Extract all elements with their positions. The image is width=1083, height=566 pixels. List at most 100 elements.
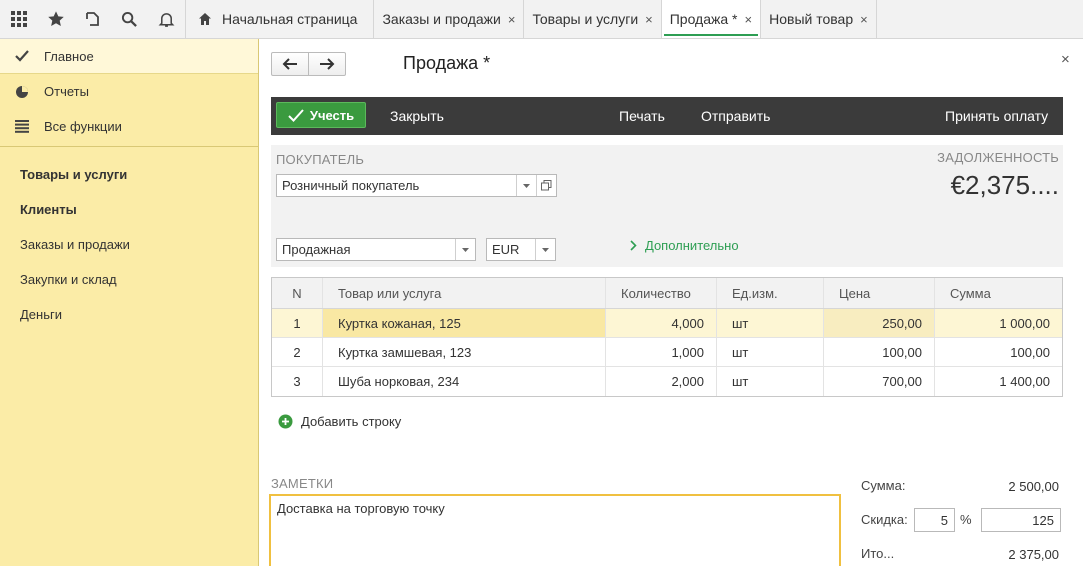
apps-grid-icon[interactable] bbox=[0, 0, 37, 38]
tab-new-product[interactable]: Новый товар × bbox=[760, 0, 876, 38]
sidebar: Главное Отчеты Все функции Товары и услу… bbox=[0, 39, 259, 566]
percent-sign: % bbox=[960, 512, 972, 527]
total-value: 2 375,00 bbox=[1008, 547, 1059, 562]
cell-qty[interactable]: 2,000 bbox=[606, 367, 717, 396]
sidebar-sections: Товары и услуги Клиенты Заказы и продажи… bbox=[0, 147, 258, 332]
tab-home[interactable]: Начальная страница bbox=[185, 0, 373, 38]
plus-circle-icon bbox=[278, 414, 293, 429]
arrow-left-icon bbox=[282, 58, 297, 70]
table-row[interactable]: 3 Шуба норковая, 234 2,000 шт 700,00 1 4… bbox=[272, 367, 1062, 396]
sum-label: Сумма: bbox=[861, 478, 906, 493]
notes-textarea[interactable]: Доставка на торговую точку bbox=[269, 494, 841, 566]
chevron-down-icon[interactable] bbox=[535, 239, 555, 260]
list-icon bbox=[14, 119, 30, 135]
search-icon[interactable] bbox=[111, 0, 148, 38]
currency-field[interactable]: EUR bbox=[486, 238, 556, 261]
discount-percent-input[interactable]: 5 bbox=[914, 508, 955, 532]
column-header-sum[interactable]: Сумма bbox=[935, 278, 1062, 308]
column-header-price[interactable]: Цена bbox=[824, 278, 935, 308]
pie-chart-icon bbox=[14, 84, 30, 100]
table-row[interactable]: 1 Куртка кожаная, 125 4,000 шт 250,00 1 … bbox=[272, 309, 1062, 338]
cell-item[interactable]: Шуба норковая, 234 bbox=[323, 367, 606, 396]
sidebar-item-main[interactable]: Главное bbox=[0, 39, 258, 74]
buyer-label: ПОКУПАТЕЛЬ bbox=[276, 152, 365, 167]
tab-label: Продажа * bbox=[669, 11, 738, 27]
tab-label: Товары и услуги bbox=[532, 11, 639, 27]
sidebar-section-goods-services[interactable]: Товары и услуги bbox=[0, 157, 258, 192]
sidebar-section-money[interactable]: Деньги bbox=[0, 297, 258, 332]
column-header-unit[interactable]: Ед.изм. bbox=[717, 278, 824, 308]
close-tab-icon[interactable]: × bbox=[645, 12, 653, 27]
more-link[interactable]: Дополнительно bbox=[630, 238, 739, 253]
cell-n: 2 bbox=[272, 338, 323, 366]
star-icon[interactable] bbox=[37, 0, 74, 38]
notes-label: ЗАМЕТКИ bbox=[271, 476, 334, 491]
sidebar-section-orders-sales[interactable]: Заказы и продажи bbox=[0, 227, 258, 262]
cell-item[interactable]: Куртка кожаная, 125 bbox=[323, 309, 606, 337]
cell-qty[interactable]: 4,000 bbox=[606, 309, 717, 337]
close-tab-icon[interactable]: × bbox=[508, 12, 516, 27]
chevron-down-icon[interactable] bbox=[455, 239, 475, 260]
close-tab-icon[interactable]: × bbox=[860, 12, 868, 27]
accept-payment-button[interactable]: Принять оплату bbox=[945, 97, 1048, 135]
buyer-field[interactable]: Розничный покупатель bbox=[276, 174, 557, 197]
cell-price[interactable]: 700,00 bbox=[824, 367, 935, 396]
currency-value: EUR bbox=[492, 242, 520, 257]
price-type-field[interactable]: Продажная bbox=[276, 238, 476, 261]
column-header-qty[interactable]: Количество bbox=[606, 278, 717, 308]
bell-icon[interactable] bbox=[148, 0, 185, 38]
home-icon bbox=[198, 12, 212, 26]
open-icon[interactable] bbox=[536, 175, 556, 196]
tab-label: Заказы и продажи bbox=[382, 11, 501, 27]
table-row[interactable]: 2 Куртка замшевая, 123 1,000 шт 100,00 1… bbox=[272, 338, 1062, 367]
goods-table: N Товар или услуга Количество Ед.изм. Це… bbox=[271, 277, 1063, 397]
close-button[interactable]: Закрыть bbox=[390, 97, 444, 135]
sidebar-item-label: Главное bbox=[44, 48, 94, 64]
cell-unit[interactable]: шт bbox=[717, 367, 824, 396]
tab-sale[interactable]: Продажа * × bbox=[660, 0, 761, 38]
document-header: ПОКУПАТЕЛЬ ЗАДОЛЖЕННОСТЬ €2,375.... Розн… bbox=[271, 145, 1063, 267]
cell-sum[interactable]: 1 400,00 bbox=[935, 367, 1062, 396]
column-header-item[interactable]: Товар или услуга bbox=[323, 278, 606, 308]
sum-value: 2 500,00 bbox=[1008, 479, 1059, 494]
cell-sum[interactable]: 100,00 bbox=[935, 338, 1062, 366]
history-icon[interactable] bbox=[74, 0, 111, 38]
column-header-n[interactable]: N bbox=[272, 278, 323, 308]
arrow-right-icon bbox=[320, 58, 335, 70]
buyer-value: Розничный покупатель bbox=[282, 178, 420, 193]
cell-price[interactable]: 100,00 bbox=[824, 338, 935, 366]
cell-n: 1 bbox=[272, 309, 323, 337]
add-row-button[interactable]: Добавить строку bbox=[278, 414, 401, 429]
top-bar: Начальная страница Заказы и продажи × То… bbox=[0, 0, 1083, 39]
back-button[interactable] bbox=[272, 53, 308, 75]
debt-value: €2,375.... bbox=[950, 170, 1059, 200]
sidebar-item-reports[interactable]: Отчеты bbox=[0, 74, 258, 109]
sidebar-section-purchases-warehouse[interactable]: Закупки и склад bbox=[0, 262, 258, 297]
cell-item[interactable]: Куртка замшевая, 123 bbox=[323, 338, 606, 366]
cell-sum[interactable]: 1 000,00 bbox=[935, 309, 1062, 337]
price-type-value: Продажная bbox=[282, 242, 351, 257]
cell-unit[interactable]: шт bbox=[717, 309, 824, 337]
page-title: Продажа * bbox=[403, 53, 491, 73]
sidebar-item-all-functions[interactable]: Все функции bbox=[0, 109, 258, 144]
debt-label: ЗАДОЛЖЕННОСТЬ bbox=[937, 150, 1059, 165]
cell-price[interactable]: 250,00 bbox=[824, 309, 935, 337]
table-header: N Товар или услуга Количество Ед.изм. Це… bbox=[272, 278, 1062, 309]
cell-qty[interactable]: 1,000 bbox=[606, 338, 717, 366]
tab-orders-sales[interactable]: Заказы и продажи × bbox=[373, 0, 523, 38]
tab-label: Начальная страница bbox=[222, 11, 358, 27]
discount-amount-input[interactable]: 125 bbox=[981, 508, 1061, 532]
forward-button[interactable] bbox=[308, 53, 345, 75]
cell-unit[interactable]: шт bbox=[717, 338, 824, 366]
sidebar-section-clients[interactable]: Клиенты bbox=[0, 192, 258, 227]
post-button[interactable]: Учесть bbox=[276, 102, 366, 128]
send-button[interactable]: Отправить bbox=[701, 97, 770, 135]
tab-goods-services[interactable]: Товары и услуги × bbox=[523, 0, 660, 38]
tab-label: Новый товар bbox=[769, 11, 854, 27]
chevron-right-icon bbox=[630, 240, 637, 251]
chevron-down-icon[interactable] bbox=[516, 175, 536, 196]
close-tab-icon[interactable]: × bbox=[745, 12, 753, 27]
close-form-icon[interactable]: × bbox=[1061, 51, 1070, 68]
print-button[interactable]: Печать bbox=[619, 97, 665, 135]
total-label: Ито... bbox=[861, 546, 895, 561]
